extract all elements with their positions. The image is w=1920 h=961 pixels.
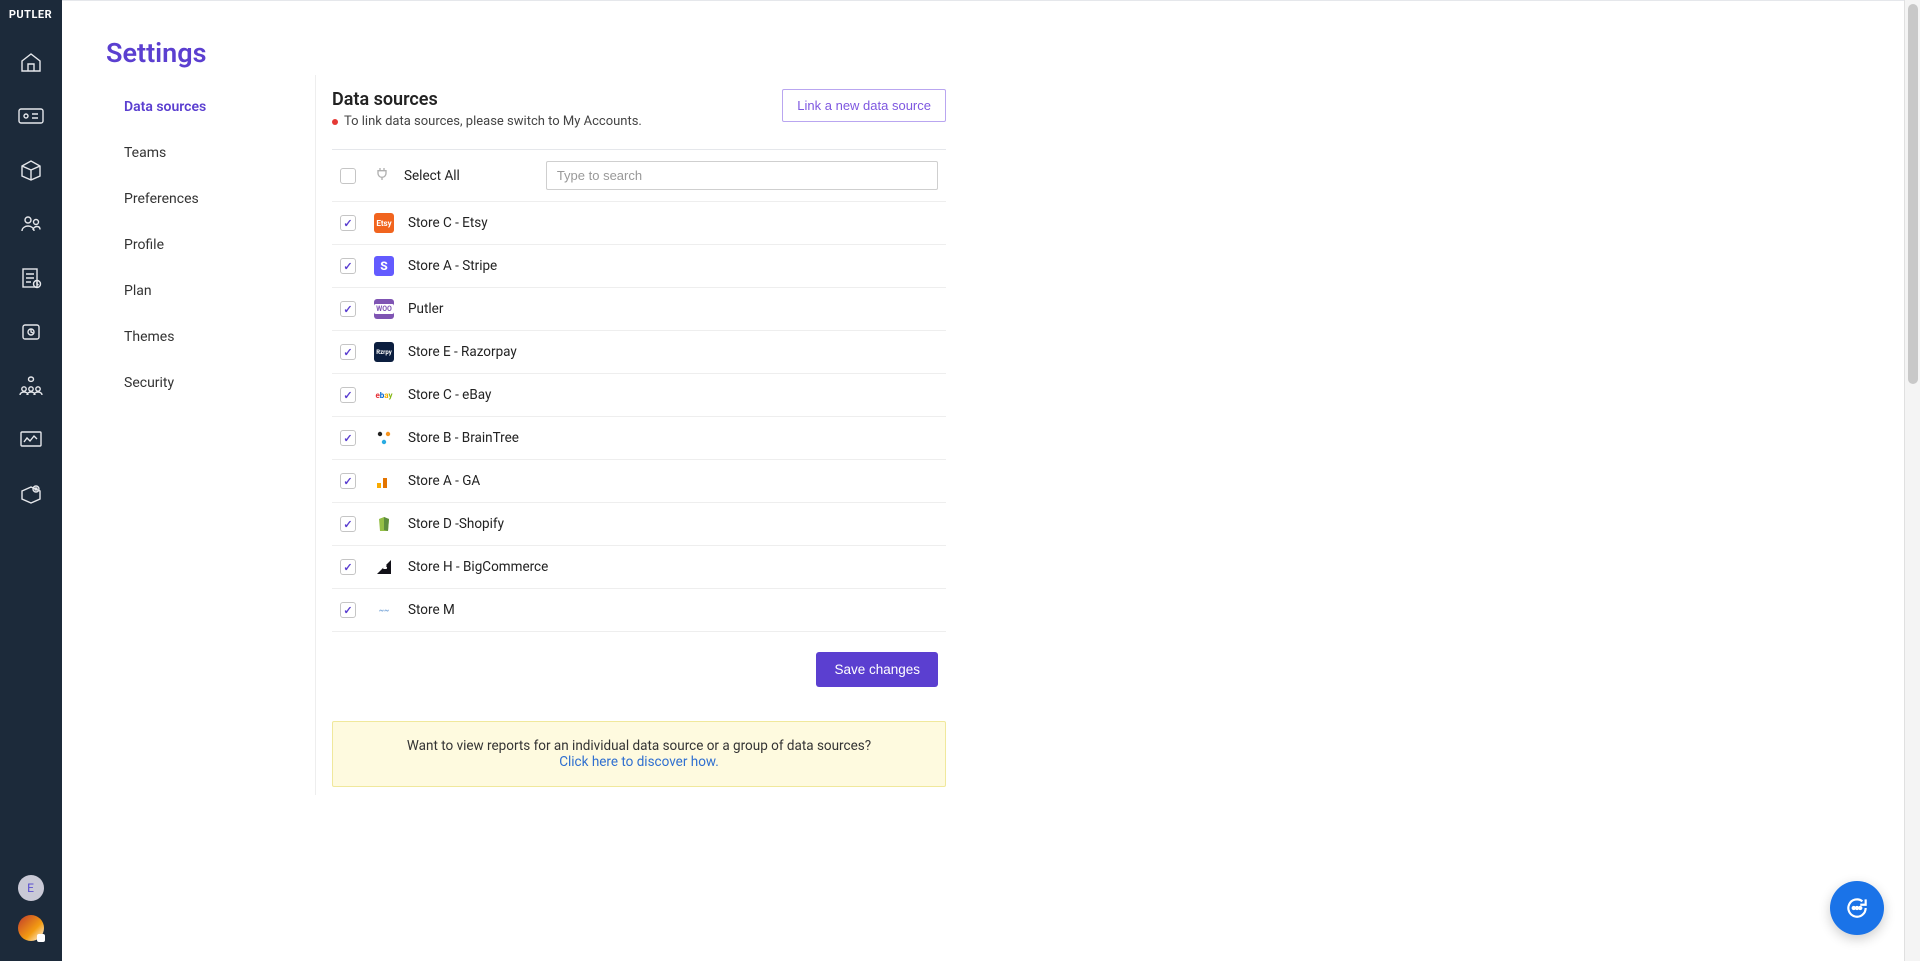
data-source-label: Store A - Stripe (408, 258, 497, 274)
save-changes-button[interactable]: Save changes (816, 652, 938, 687)
data-source-checkbox[interactable] (340, 473, 356, 489)
razorpay-icon: Rzrpy (374, 342, 394, 362)
data-source-row: Rzrpy Store E - Razorpay (332, 331, 946, 374)
account-avatar[interactable]: E (18, 875, 44, 901)
subnav-item-data-sources[interactable]: Data sources (106, 89, 315, 125)
tip-link[interactable]: Click here to discover how. (353, 754, 925, 770)
data-source-checkbox[interactable] (340, 602, 356, 618)
data-source-label: Store B - BrainTree (408, 430, 519, 446)
data-source-row: Store H - BigCommerce (332, 546, 946, 589)
bigcommerce-icon (374, 557, 394, 577)
page-title: Settings (106, 37, 1920, 69)
sales-icon[interactable] (0, 89, 62, 143)
data-source-row: S Store A - Stripe (332, 245, 946, 288)
data-source-label: Store C - eBay (408, 387, 491, 403)
section-note-text: To link data sources, please switch to M… (344, 114, 642, 129)
brand: PUTLER (5, 0, 56, 35)
plug-icon (374, 166, 390, 186)
data-sources-section: Data sources To link data sources, pleas… (316, 75, 946, 795)
tip-box: Want to view reports for an individual d… (332, 721, 946, 787)
alert-dot-icon (332, 119, 338, 125)
audience-icon[interactable] (0, 359, 62, 413)
data-source-label: Store E - Razorpay (408, 344, 517, 360)
data-source-checkbox[interactable] (340, 301, 356, 317)
select-all-checkbox[interactable] (340, 168, 356, 184)
data-source-checkbox[interactable] (340, 387, 356, 403)
ga-icon (374, 471, 394, 491)
search-input[interactable] (546, 161, 938, 190)
data-source-label: Store C - Etsy (408, 215, 488, 231)
analytics-icon[interactable] (0, 413, 62, 467)
tip-text: Want to view reports for an individual d… (353, 738, 925, 754)
data-source-row: Etsy Store C - Etsy (332, 202, 946, 245)
data-source-label: Store M (408, 602, 455, 618)
data-source-row: Store B - BrainTree (332, 417, 946, 460)
etsy-icon: Etsy (374, 213, 394, 233)
data-source-checkbox[interactable] (340, 215, 356, 231)
data-source-row: WOO Putler (332, 288, 946, 331)
scrollbar[interactable] (1904, 0, 1920, 961)
data-source-checkbox[interactable] (340, 258, 356, 274)
user-avatar[interactable] (18, 915, 44, 941)
subnav-item-themes[interactable]: Themes (106, 319, 315, 355)
settings-subnav: Data sources Teams Preferences Profile Plan T… (106, 75, 316, 795)
data-source-row: Store A - GA (332, 460, 946, 503)
woo-icon: WOO (374, 299, 394, 319)
braintree-icon (374, 428, 394, 448)
products-icon[interactable] (0, 143, 62, 197)
section-note: To link data sources, please switch to M… (332, 114, 642, 129)
stripe-icon: S (374, 256, 394, 276)
data-source-row: Store D -Shopify (332, 503, 946, 546)
home-icon[interactable] (0, 35, 62, 89)
scrollbar-thumb[interactable] (1908, 4, 1918, 384)
integrations-icon[interactable] (0, 467, 62, 521)
app-sidebar: PUTLER E (0, 0, 62, 961)
section-title: Data sources (332, 89, 642, 110)
data-source-label: Putler (408, 301, 443, 317)
data-source-label: Store D -Shopify (408, 516, 504, 532)
shopify-icon (374, 514, 394, 534)
m-icon: ~~ (374, 600, 394, 620)
data-source-checkbox[interactable] (340, 559, 356, 575)
subnav-item-profile[interactable]: Profile (106, 227, 315, 263)
data-source-label: Store A - GA (408, 473, 480, 489)
data-source-checkbox[interactable] (340, 344, 356, 360)
chat-fab[interactable] (1830, 881, 1884, 935)
subnav-item-teams[interactable]: Teams (106, 135, 315, 171)
link-data-source-button[interactable]: Link a new data source (782, 89, 946, 122)
subnav-item-plan[interactable]: Plan (106, 273, 315, 309)
subnav-item-preferences[interactable]: Preferences (106, 181, 315, 217)
ebay-icon: ebay (374, 385, 394, 405)
data-source-list-header: Select All (332, 150, 946, 202)
customers-icon[interactable] (0, 197, 62, 251)
data-source-row: ~~ Store M (332, 589, 946, 632)
data-source-checkbox[interactable] (340, 430, 356, 446)
data-source-label: Store H - BigCommerce (408, 559, 548, 575)
subscriptions-icon[interactable] (0, 305, 62, 359)
main: Settings Data sources Teams Preferences Pro… (62, 0, 1920, 961)
data-source-row: ebay Store C - eBay (332, 374, 946, 417)
subnav-item-security[interactable]: Security (106, 365, 315, 401)
data-source-checkbox[interactable] (340, 516, 356, 532)
select-all-label: Select All (404, 168, 460, 184)
reports-icon[interactable] (0, 251, 62, 305)
